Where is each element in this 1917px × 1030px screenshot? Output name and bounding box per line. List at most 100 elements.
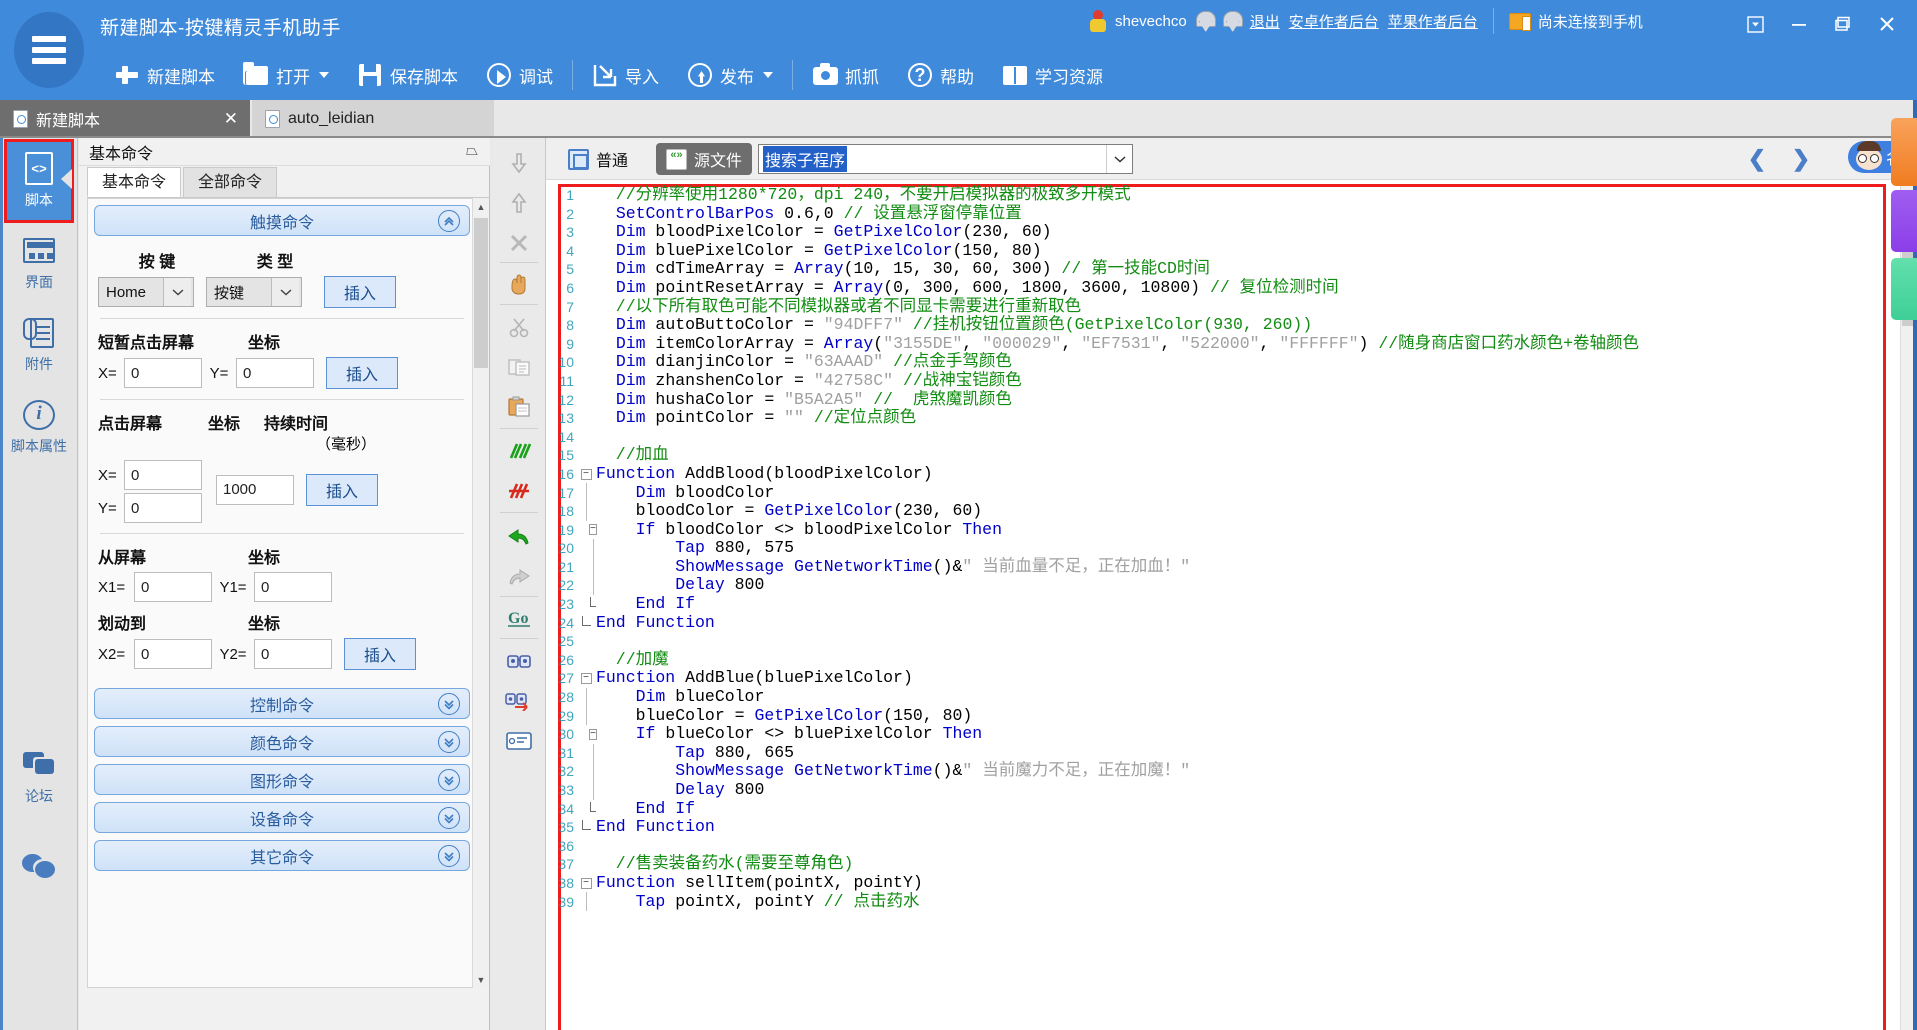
code-line[interactable]: 19− If bloodColor <> bloodPixelColor The… [546,520,1917,540]
code-line[interactable]: 28 Dim blueColor [546,687,1917,707]
code-line[interactable]: 7 //以下所有取色可能不同模拟器或者不同显卡需要进行重新取色 [546,297,1917,317]
comment-remove-icon[interactable] [501,474,537,508]
fold-marker[interactable] [576,632,596,651]
fold-marker[interactable]: − [576,521,598,540]
code-line[interactable]: 16− Function AddBlood(bloodPixelColor) [546,464,1917,484]
fold-marker[interactable] [576,837,596,856]
section-color-commands[interactable]: 颜色命令 [94,726,470,757]
find-replace-icon[interactable] [501,684,537,718]
fold-collapse-icon[interactable]: − [580,877,592,889]
code-line[interactable]: 9 Dim itemColorArray = Array("3155DE", "… [546,334,1917,354]
chevron-down-icon[interactable] [1106,145,1132,173]
code-line[interactable]: 27− Function AddBlue(bluePixelColor) [546,669,1917,688]
sidebar-item-script[interactable]: 脚本 [4,139,74,223]
tap-y-input[interactable]: 0 [124,493,202,523]
chevron-down-circle-icon[interactable] [438,807,460,829]
chevron-up-circle-icon[interactable] [438,210,460,232]
delete-x-icon[interactable] [501,226,537,260]
fold-marker[interactable] [576,651,596,670]
code-line[interactable]: 25 [546,632,1917,651]
code-line[interactable]: 32 ShowMessage GetNetworkTime()&" 当前魔力不足… [546,762,1917,782]
fold-marker[interactable] [576,706,596,726]
fold-marker[interactable] [576,501,596,521]
code-line[interactable]: 18 bloodColor = GetPixelColor(230, 60) [546,501,1917,521]
code-line[interactable]: 37 //售卖装备药水(需要至尊角色) [546,855,1917,874]
section-control-commands[interactable]: 控制命令 [94,688,470,719]
tab-close-icon[interactable]: ✕ [224,110,238,128]
fold-marker[interactable] [576,205,596,224]
fold-marker[interactable] [576,428,596,447]
command-panel-scrollbar[interactable]: ▲ ▼ [472,198,489,988]
code-line[interactable]: 17 Dim bloodColor [546,483,1917,503]
fold-marker[interactable] [576,818,596,837]
fold-marker[interactable] [576,800,596,819]
source-view-button[interactable]: 源文件 [656,143,753,175]
insert-tap-button[interactable]: 插入 [306,473,378,506]
section-other-commands[interactable]: 其它命令 [94,840,470,871]
cut-scissors-icon[interactable] [501,310,537,344]
search-subroutine-combo[interactable]: 搜索子程序 [758,144,1133,174]
fold-marker[interactable] [576,335,596,354]
sidebar-item-script-properties[interactable]: 脚本属性 [7,388,71,466]
fold-marker[interactable] [576,279,596,298]
close-button[interactable] [1865,6,1909,42]
code-line[interactable]: 11 Dim zhanshenColor = "42758C" //战神宝铠颜色 [546,371,1917,391]
logout-link[interactable]: 退出 [1250,11,1280,32]
fold-marker[interactable] [576,409,596,428]
key-select[interactable]: Home [98,277,194,307]
short-tap-x-input[interactable]: 0 [124,358,202,388]
fold-marker[interactable] [576,316,596,335]
find-icon[interactable] [501,644,537,678]
code-line[interactable]: 5 Dim cdTimeArray = Array(10, 15, 30, 60… [546,260,1917,279]
fold-marker[interactable] [576,762,596,782]
swipe-x2-input[interactable]: 0 [134,639,212,669]
fold-marker[interactable] [576,242,596,261]
fold-marker[interactable] [576,483,596,503]
scroll-thumb[interactable] [474,218,488,368]
code-line[interactable]: 10 Dim dianjinColor = "63AAAD" //点金手驾颜色 [546,353,1917,372]
ios-backend-link[interactable]: 苹果作者后台 [1388,11,1478,32]
swipe-y2-input[interactable]: 0 [254,639,332,669]
move-up-icon[interactable] [501,186,537,220]
fold-marker[interactable] [576,372,596,391]
fold-marker[interactable]: − [576,725,598,744]
code-line[interactable]: 39 Tap pointX, pointY // 点击药水 [546,892,1917,912]
help-button[interactable]: 帮助 [893,52,988,98]
move-down-icon[interactable] [501,146,537,180]
insert-short-tap-button[interactable]: 插入 [326,357,398,389]
code-line[interactable]: 14 [546,428,1917,447]
learning-resources-button[interactable]: 学习资源 [988,52,1117,98]
code-line[interactable]: 8 Dim autoButtoColor = "94DFF7" //挂机按钮位置… [546,315,1917,335]
fold-marker[interactable] [576,576,596,596]
properties-icon[interactable] [501,724,537,758]
sidebar-item-ui[interactable]: 界面 [7,224,71,302]
chevron-down-circle-icon[interactable] [438,693,460,715]
section-graphic-commands[interactable]: 图形命令 [94,764,470,795]
search-input-value[interactable]: 搜索子程序 [763,146,848,172]
code-line[interactable]: 29 blueColor = GetPixelColor(150, 80) [546,706,1917,726]
copy-icon[interactable] [501,350,537,384]
code-line[interactable]: 36 [546,837,1917,856]
code-line[interactable]: 1 //分辨率使用1280*720，dpi 240，不要开启模拟器的极致多开模式 [546,185,1917,205]
new-script-button[interactable]: 新建脚本 [100,52,229,98]
fold-marker[interactable] [576,892,596,912]
comment-add-icon[interactable] [501,434,537,468]
maximize-button[interactable] [1821,6,1865,42]
fold-marker[interactable] [576,353,596,372]
fold-collapse-icon[interactable]: − [580,673,592,685]
fold-marker[interactable]: − [576,465,596,484]
tab-basic-commands[interactable]: 基本命令 [87,167,182,197]
code-line[interactable]: 23 End If [546,594,1917,614]
swipe-x1-input[interactable]: 0 [134,572,212,602]
chevron-down-circle-icon[interactable] [438,769,460,791]
chevron-down-circle-icon[interactable] [438,845,460,867]
sidebar-item-attachment[interactable]: 附件 [7,306,71,384]
sidebar-item-forum[interactable]: 论坛 [7,738,71,816]
code-editor[interactable]: 1 //分辨率使用1280*720，dpi 240，不要开启模拟器的极致多开模式… [546,180,1917,1030]
publish-button[interactable]: 发布 [673,52,787,98]
fold-marker[interactable] [576,855,596,874]
code-line[interactable]: 20 Tap 880, 575 [546,538,1917,559]
import-button[interactable]: 导入 [578,52,673,98]
section-touch-commands[interactable]: 触摸命令 [94,205,470,236]
tap-x-input[interactable]: 0 [124,460,202,490]
